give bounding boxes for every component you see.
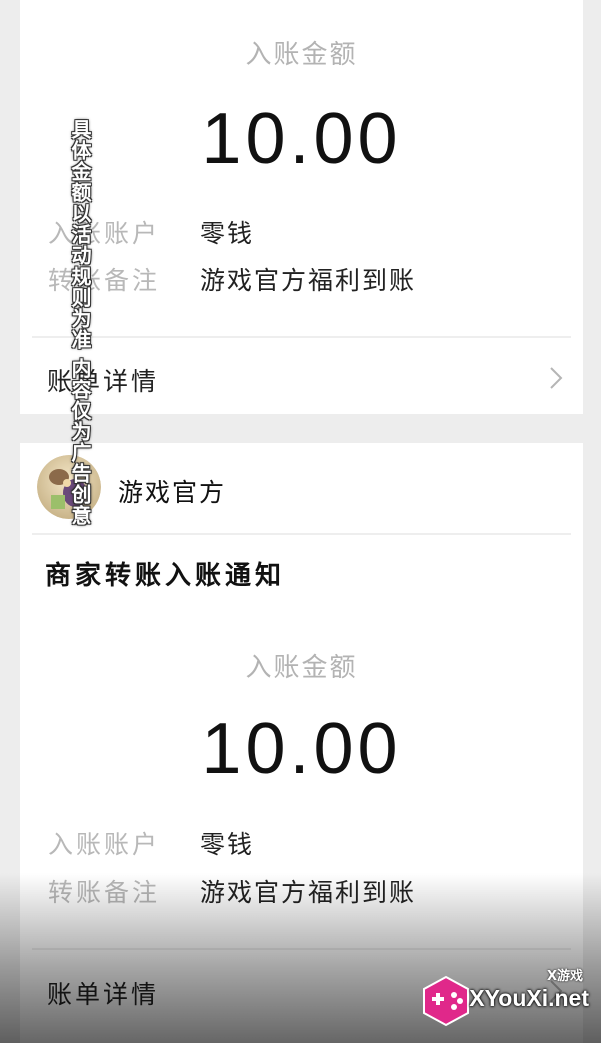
note-label: 转账备注 bbox=[48, 878, 161, 907]
bill-details-label: 账单详情 bbox=[47, 980, 160, 1009]
disclaimer-caption: 具体金额以活动规则为准 内容仅为广告创意 bbox=[68, 118, 92, 526]
watermark-small-text: X游戏 bbox=[546, 969, 583, 984]
site-watermark: X游戏 XYouXi.net bbox=[418, 963, 593, 1033]
divider bbox=[32, 336, 571, 338]
bill-details-label: 账单详情 bbox=[47, 367, 160, 396]
account-value: 零钱 bbox=[200, 830, 255, 859]
amount-label: 入账金额 bbox=[245, 653, 358, 683]
note-value: 游戏官方福利到账 bbox=[200, 266, 417, 295]
sender-name[interactable]: 游戏官方 bbox=[118, 473, 226, 509]
divider bbox=[32, 948, 571, 950]
chevron-right-icon bbox=[550, 367, 563, 389]
notice-title: 商家转账入账通知 bbox=[45, 561, 286, 591]
amount-label: 入账金额 bbox=[245, 40, 358, 70]
note-value: 游戏官方福利到账 bbox=[200, 878, 417, 907]
account-value: 零钱 bbox=[200, 219, 255, 248]
watermark-text: XYouXi.net bbox=[469, 985, 589, 1011]
amount-value: 10.00 bbox=[201, 99, 402, 179]
gamepad-badge-icon bbox=[423, 975, 469, 1027]
bill-details-link[interactable]: 账单详情 bbox=[20, 340, 583, 416]
transfer-card-bottom: 游戏官方 商家转账入账通知 入账金额 10.00 入账账户 零钱 转账备注 游戏… bbox=[20, 443, 583, 1043]
transfer-card-top: 入账金额 10.00 入账账户 零钱 转账备注 游戏官方福利到账 账单详情 bbox=[20, 0, 583, 414]
divider bbox=[32, 533, 571, 535]
amount-value: 10.00 bbox=[201, 709, 402, 789]
account-label: 入账账户 bbox=[48, 830, 161, 859]
